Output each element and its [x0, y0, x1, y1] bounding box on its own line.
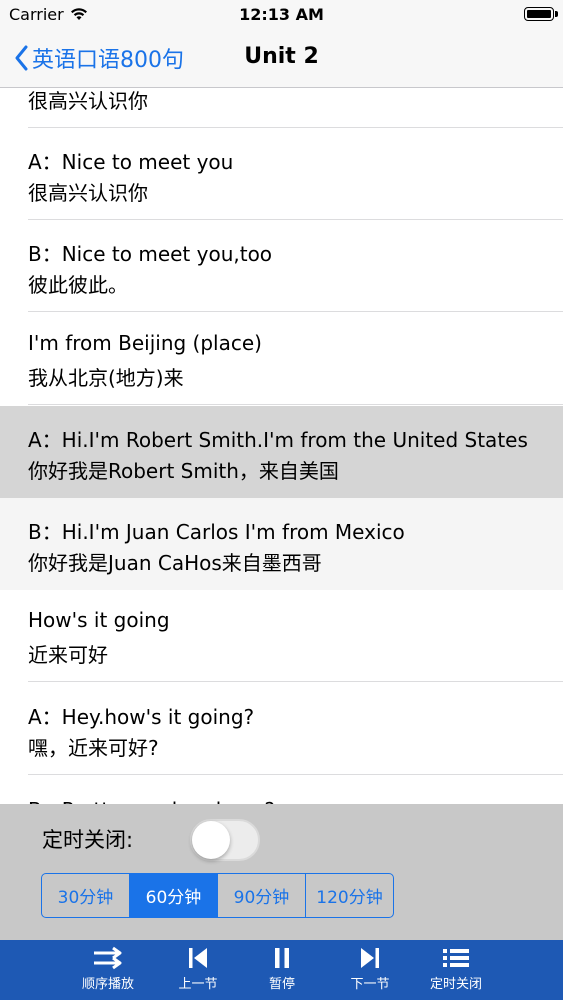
segment-90-min[interactable]: 90分钟	[217, 874, 305, 917]
segment-30-min[interactable]: 30分钟	[42, 874, 129, 917]
list-menu-icon	[416, 944, 496, 972]
divider	[28, 311, 563, 312]
status-bar: Carrier 12:13 AM	[0, 0, 563, 30]
chevron-left-icon	[15, 45, 28, 71]
list-item-chinese: 嘿，近来可好?	[28, 736, 159, 760]
segment-60-min[interactable]: 60分钟	[129, 874, 217, 917]
list-item[interactable]: A：Nice to meet you 很高兴认识你	[0, 128, 563, 220]
next-button[interactable]: 下一节	[330, 940, 410, 1000]
timer-duration-selector: 30分钟 60分钟 90分钟 120分钟	[41, 873, 394, 918]
previous-label: 上一节	[178, 977, 218, 992]
sequential-play-icon	[68, 944, 148, 972]
timer-toggle[interactable]	[190, 819, 260, 861]
list-item[interactable]: B：Nice to meet you,too 彼此彼此。	[0, 220, 563, 312]
toggle-knob	[192, 821, 230, 859]
list-item-chinese: 很高兴认识你	[28, 181, 148, 205]
list-item[interactable]: B：Hi.I'm Juan Carlos I'm from Mexico 你好我…	[0, 498, 563, 590]
pause-label: 暂停	[268, 977, 295, 992]
list-item-chinese: 我从北京(地方)来	[28, 366, 184, 390]
list-item-chinese: 近来可好	[28, 643, 108, 667]
list-item-english: I'm from Beijing (place)	[28, 331, 262, 355]
list-item-english: B：Nice to meet you,too	[28, 242, 273, 266]
timer-off-label: 定时关闭	[429, 977, 482, 992]
next-label: 下一节	[350, 977, 390, 992]
list-item-english: A：Nice to meet you	[28, 150, 234, 174]
divider	[28, 404, 563, 405]
status-time: 12:13 AM	[239, 5, 324, 24]
list-item-chinese: 彼此彼此。	[28, 273, 128, 297]
list-item[interactable]: B：Pretty good and you?	[0, 776, 563, 804]
list-item-chinese: 你好我是Juan CaHos来自墨西哥	[28, 551, 322, 575]
list-item[interactable]: How's it going 近来可好	[0, 590, 563, 682]
order-play-label: 顺序播放	[81, 977, 134, 992]
pause-button[interactable]: 暂停	[242, 940, 322, 1000]
navigation-bar: 英语口语800句 Unit 2	[0, 30, 563, 88]
list-item[interactable]: A：Hey.how's it going? 嘿，近来可好?	[0, 683, 563, 775]
skip-previous-icon	[158, 944, 238, 972]
pause-icon	[242, 944, 322, 972]
divider	[28, 681, 563, 682]
previous-button[interactable]: 上一节	[158, 940, 238, 1000]
list-item-selected[interactable]: A：Hi.I'm Robert Smith.I'm from the Unite…	[0, 406, 563, 498]
timer-label: 定时关闭:	[42, 828, 134, 852]
list-item-english: How's it going	[28, 608, 170, 632]
back-label: 英语口语800句	[32, 48, 184, 73]
timer-panel: 定时关闭: 30分钟 60分钟 90分钟 120分钟	[0, 804, 563, 940]
list-item-english: B：Hi.I'm Juan Carlos I'm from Mexico	[28, 520, 405, 544]
segment-120-min[interactable]: 120分钟	[305, 874, 393, 917]
sentence-list[interactable]: 很高兴认识你 A：Nice to meet you 很高兴认识你 B：Nice …	[0, 88, 563, 804]
list-item-english: B：Pretty good and you?	[28, 794, 275, 804]
list-item[interactable]: I'm from Beijing (place) 我从北京(地方)来	[0, 313, 563, 405]
skip-next-icon	[330, 944, 410, 972]
playback-toolbar: 顺序播放 上一节 暂停 下一节 定时关闭	[0, 940, 563, 1000]
order-play-button[interactable]: 顺序播放	[68, 940, 148, 1000]
list-item-chinese: 很高兴认识你	[28, 89, 148, 113]
battery-icon	[524, 7, 558, 21]
timer-off-button[interactable]: 定时关闭	[416, 940, 496, 1000]
back-button[interactable]: 英语口语800句	[14, 42, 184, 74]
list-item-chinese: 你好我是Robert Smith，来自美国	[28, 459, 339, 483]
divider	[28, 774, 563, 775]
list-item[interactable]: 很高兴认识你	[0, 88, 563, 128]
list-item-english: A：Hey.how's it going?	[28, 705, 255, 729]
list-item-english: A：Hi.I'm Robert Smith.I'm from the Unite…	[28, 428, 528, 452]
